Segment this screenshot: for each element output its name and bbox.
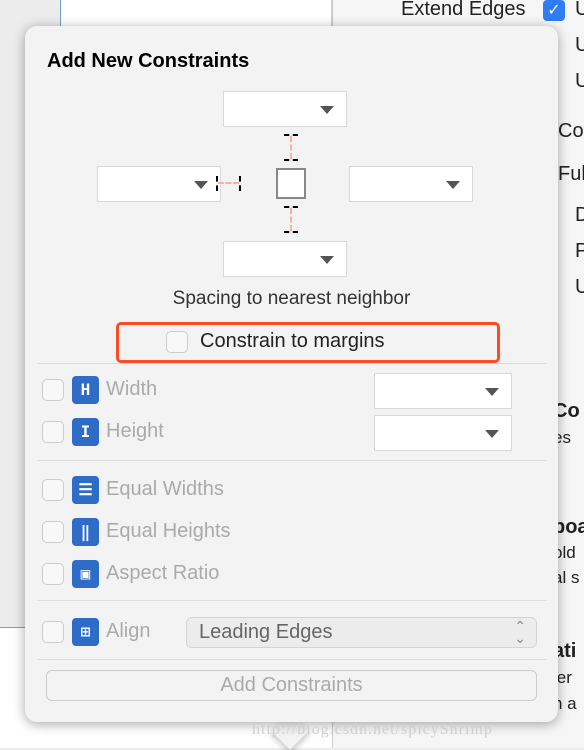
inspector-fragment: U [575, 70, 584, 92]
width-label: Width [106, 378, 158, 400]
inspector-fragment: U [575, 0, 584, 20]
height-icon: I [72, 418, 99, 446]
align-label: Align [106, 620, 151, 642]
inspector-fragment: Co [558, 120, 584, 142]
trailing-spacing-dropdown[interactable] [349, 166, 473, 202]
divider [37, 659, 547, 660]
height-value-dropdown[interactable] [374, 415, 512, 451]
inspector-fragment: P [575, 240, 584, 262]
equal-heights-icon: ‖ [72, 518, 99, 546]
divider [37, 600, 547, 601]
add-constraints-button[interactable]: Add Constraints [46, 670, 537, 701]
width-checkbox[interactable] [42, 379, 64, 401]
divider [37, 363, 547, 364]
height-label: Height [106, 420, 164, 442]
top-spacing-dropdown[interactable] [223, 91, 347, 127]
aspect-ratio-label: Aspect Ratio [106, 562, 220, 584]
bottom-spacing-dropdown[interactable] [223, 241, 347, 277]
leading-constraint-ibeam[interactable] [216, 176, 241, 191]
constrain-to-margins-checkbox[interactable] [166, 331, 188, 353]
view-box [276, 168, 306, 199]
updown-chevron-icon: ⌃ ⌄ [514, 618, 526, 646]
inspector-fragment: U [575, 34, 584, 56]
extend-edges-checkbox[interactable]: ✓ [543, 0, 565, 21]
align-icon: ⊞ [72, 618, 99, 646]
leading-spacing-dropdown[interactable] [97, 166, 221, 202]
width-value-dropdown[interactable] [374, 373, 512, 409]
top-constraint-ibeam[interactable] [284, 134, 298, 161]
inspector-fragment: D [575, 204, 584, 226]
equal-heights-checkbox[interactable] [42, 521, 64, 543]
divider [37, 460, 547, 461]
width-icon: H [72, 376, 99, 404]
inspector-fragment: U [575, 276, 584, 298]
inspector-fragment: Ful [558, 163, 584, 185]
add-constraints-popover: Add New Constraints Spacing to nearest n… [25, 26, 558, 722]
spacing-label: Spacing to nearest neighbor [172, 288, 411, 309]
equal-heights-label: Equal Heights [106, 520, 231, 542]
constrain-to-margins-label: Constrain to margins [200, 330, 385, 352]
align-select[interactable]: Leading Edges ⌃ ⌄ [186, 617, 537, 648]
bottom-constraint-ibeam[interactable] [284, 206, 298, 233]
equal-widths-label: Equal Widths [106, 478, 224, 500]
equal-widths-icon: ☰ [72, 476, 99, 504]
height-checkbox[interactable] [42, 421, 64, 443]
align-select-value: Leading Edges [199, 621, 333, 643]
watermark: http://blog.csdn.net/spicyShrimp [252, 721, 493, 738]
equal-widths-checkbox[interactable] [42, 479, 64, 501]
aspect-ratio-checkbox[interactable] [42, 563, 64, 585]
popover-title: Add New Constraints [47, 50, 250, 72]
aspect-ratio-icon: ▣ [72, 560, 99, 588]
align-checkbox[interactable] [42, 621, 64, 643]
extend-edges-label: Extend Edges [401, 0, 526, 20]
